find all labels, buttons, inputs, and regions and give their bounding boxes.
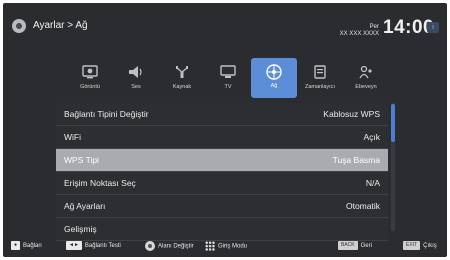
menu-item-label: Bağlantı Tipini Değiştir bbox=[64, 109, 149, 119]
date-display: Per XX XXX XXXX bbox=[339, 24, 379, 38]
tab-network[interactable]: Ağ bbox=[251, 58, 297, 98]
menu-item-value: Otomatik bbox=[345, 201, 380, 211]
day-label: Per bbox=[369, 24, 379, 30]
menu-item-label: WPS Tipi bbox=[64, 155, 99, 165]
tab-sound[interactable]: Ses bbox=[113, 58, 159, 98]
hint-label: Çıkış bbox=[423, 243, 437, 250]
hint-input-mode: Giriş Modu bbox=[205, 241, 247, 252]
date-label: XX XXX XXXX bbox=[339, 31, 379, 37]
hint-back: BACK Geri bbox=[338, 241, 372, 251]
network-settings-list: Bağlantı Tipini Değiştir Kablosuz WPS Wi… bbox=[56, 103, 388, 241]
hint-change-area: Alanı Değiştir bbox=[145, 241, 194, 252]
tab-picture[interactable]: Görüntü bbox=[67, 58, 113, 98]
settings-gear-icon bbox=[12, 19, 26, 33]
menu-item-access-point[interactable]: Erişim Noktası Seç N/A bbox=[56, 172, 388, 195]
menu-item-wifi[interactable]: WiFi Açık bbox=[56, 126, 388, 149]
tv-icon bbox=[220, 65, 236, 78]
picture-icon bbox=[82, 65, 98, 79]
exit-key-icon: EXIT bbox=[403, 241, 421, 250]
menu-item-label: WiFi bbox=[64, 132, 81, 142]
tab-label: Zamanlayıcı bbox=[305, 84, 335, 90]
menu-item-value: Açık bbox=[363, 132, 380, 142]
hint-label: Alanı Değiştir bbox=[158, 243, 194, 250]
back-key-icon: BACK bbox=[338, 241, 358, 250]
left-right-key-icon: ◄► bbox=[66, 241, 82, 250]
menu-item-network-settings[interactable]: Ağ Ayarları Otomatik bbox=[56, 195, 388, 218]
tab-label: TV bbox=[224, 84, 232, 90]
network-icon bbox=[266, 64, 282, 80]
ok-key-icon: ● bbox=[11, 241, 21, 250]
settings-tabs: Görüntü Ses Kaynak TV Ağ Zamanlayıcı Ebe… bbox=[67, 58, 391, 98]
parental-icon bbox=[359, 65, 372, 79]
source-icon bbox=[176, 66, 188, 78]
hint-label: Bağlantı Testi bbox=[84, 243, 121, 250]
tab-parental[interactable]: Ebeveyn bbox=[343, 58, 389, 98]
tab-source[interactable]: Kaynak bbox=[159, 58, 205, 98]
tab-label: Görüntü bbox=[80, 84, 100, 90]
tab-timer[interactable]: Zamanlayıcı bbox=[297, 58, 343, 98]
hint-connection-test: ◄► Bağlantı Testi bbox=[66, 241, 121, 251]
menu-item-wps-type[interactable]: WPS Tipi Tuşa Basma bbox=[56, 149, 388, 172]
tab-tv[interactable]: TV bbox=[205, 58, 251, 98]
menu-item-connection-type[interactable]: Bağlantı Tipini Değiştir Kablosuz WPS bbox=[56, 103, 388, 126]
sound-icon bbox=[129, 66, 142, 78]
breadcrumb: Ayarlar > Ağ bbox=[33, 20, 88, 31]
tab-label: Ses bbox=[131, 84, 141, 90]
settings-screen: Ayarlar > Ağ Per XX XXX XXXX 14:00 i Gör… bbox=[3, 3, 447, 257]
menu-item-label: Ağ Ayarları bbox=[64, 201, 106, 211]
hint-label: Giriş Modu bbox=[218, 243, 248, 250]
menu-item-value: Tuşa Basma bbox=[332, 155, 380, 165]
tab-label: Ağ bbox=[270, 83, 278, 89]
numeric-keypad-icon bbox=[205, 241, 215, 251]
hint-connect: ● Bağlan bbox=[11, 241, 42, 251]
dpad-icon bbox=[145, 241, 155, 251]
menu-item-value: N/A bbox=[365, 178, 380, 188]
hint-exit: EXIT Çıkış bbox=[403, 241, 437, 251]
hint-label: Geri bbox=[360, 243, 372, 250]
tab-label: Kaynak bbox=[172, 84, 192, 90]
scrollbar-thumb[interactable] bbox=[391, 104, 395, 142]
tab-label: Ebeveyn bbox=[355, 84, 377, 90]
hint-label: Bağlan bbox=[23, 243, 42, 250]
timer-icon bbox=[314, 65, 326, 79]
info-button[interactable]: i bbox=[427, 22, 439, 33]
menu-item-label: Erişim Noktası Seç bbox=[64, 178, 136, 188]
menu-item-value: Kablosuz WPS bbox=[323, 109, 380, 119]
footer-hints: ● Bağlan ◄► Bağlantı Testi Alanı Değiştir … bbox=[3, 234, 447, 257]
